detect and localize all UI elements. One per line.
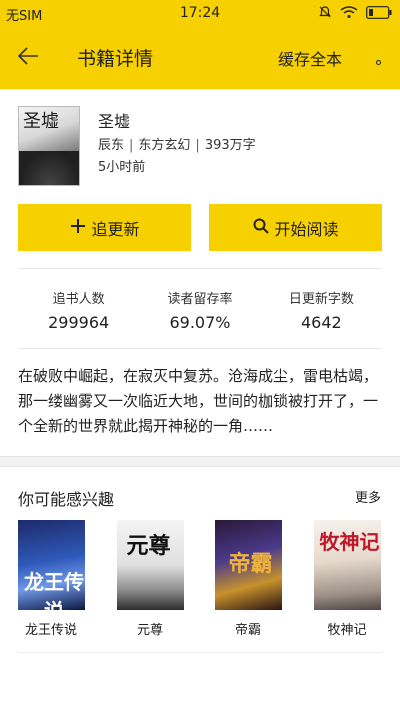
recommend-cover: 元尊 xyxy=(116,520,184,610)
book-update-time: 5小时前 xyxy=(98,160,146,175)
search-icon xyxy=(252,217,270,239)
stat-label: 日更新字数 xyxy=(288,292,354,307)
follow-updates-label: 追更新 xyxy=(91,219,140,239)
divider xyxy=(18,652,382,653)
status-bar: 无SIM 17:24 xyxy=(0,0,400,27)
recommend-item[interactable]: 元尊 元尊 xyxy=(110,520,190,638)
mute-bell-icon xyxy=(318,4,332,23)
stat-value: 299964 xyxy=(48,313,110,332)
book-title: 圣墟 xyxy=(98,112,131,131)
recommend-cover: 龙王传说 xyxy=(17,520,85,610)
book-word-count: 393万字 xyxy=(204,138,256,153)
recommend-item[interactable]: 帝霸 帝霸 xyxy=(208,520,288,638)
recommend-name: 元尊 xyxy=(136,623,163,638)
recommend-more-link[interactable]: 更多 xyxy=(355,487,381,506)
book-category: 东方玄幻 xyxy=(138,138,191,153)
divider xyxy=(18,348,382,349)
more-menu-icon[interactable] xyxy=(376,60,381,65)
page-title: 书籍详情 xyxy=(77,48,154,70)
recommend-cover-title: 龙王传说 xyxy=(24,570,84,610)
book-author: 辰东 xyxy=(98,138,125,153)
stat-value: 69.07% xyxy=(169,313,231,332)
recommend-item[interactable]: 龙王传说 龙王传说 xyxy=(11,520,91,638)
follow-updates-button[interactable]: 追更新 xyxy=(18,204,191,251)
recommend-item[interactable]: 牧神记 牧神记 xyxy=(307,520,387,638)
book-cover: 圣墟 xyxy=(18,106,80,186)
wifi-icon xyxy=(340,4,358,23)
recommend-title: 你可能感兴趣 xyxy=(18,490,115,509)
recommend-name: 牧神记 xyxy=(327,623,367,638)
app-bar: 书籍详情 缓存全本 xyxy=(0,27,400,89)
book-intro[interactable]: 在破败中崛起，在寂灭中复苏。沧海成尘，雷电枯竭，那一缕幽雾又一次临近大地，世间的… xyxy=(18,364,382,439)
stat-retention: 读者留存率 69.07% xyxy=(139,288,260,336)
start-reading-button[interactable]: 开始阅读 xyxy=(209,204,382,251)
arrow-left-icon xyxy=(17,47,39,69)
status-icons xyxy=(318,4,392,23)
book-stats: 追书人数 299964 读者留存率 69.07% 日更新字数 4642 xyxy=(18,288,382,336)
start-reading-label: 开始阅读 xyxy=(274,219,339,239)
recommend-name: 帝霸 xyxy=(234,623,261,638)
recommend-name: 龙王传说 xyxy=(24,623,77,638)
section-separator xyxy=(0,456,400,467)
stat-label: 读者留存率 xyxy=(167,292,233,307)
recommend-cover: 牧神记 xyxy=(313,520,381,610)
recommend-cover: 帝霸 xyxy=(214,520,282,610)
recommend-cover-title: 元尊 xyxy=(126,533,171,559)
back-button[interactable] xyxy=(14,44,42,72)
divider xyxy=(18,268,382,269)
stat-value: 4642 xyxy=(300,313,342,332)
battery-icon xyxy=(366,4,392,23)
book-info: 圣墟 圣墟 辰东 | 东方玄幻 | 393万字 5小时前 xyxy=(18,106,382,188)
cache-all-button[interactable]: 缓存全本 xyxy=(278,46,342,70)
recommend-cover-title: 帝霸 xyxy=(228,551,273,577)
stat-label: 追书人数 xyxy=(52,292,105,307)
plus-icon xyxy=(69,217,87,239)
stat-daily-words: 日更新字数 4642 xyxy=(261,288,382,336)
recommend-cover-title: 牧神记 xyxy=(319,530,380,554)
book-meta: 辰东 | 东方玄幻 | 393万字 xyxy=(98,138,256,153)
book-cover-title: 圣墟 xyxy=(23,111,59,132)
stat-followers: 追书人数 299964 xyxy=(18,288,139,336)
